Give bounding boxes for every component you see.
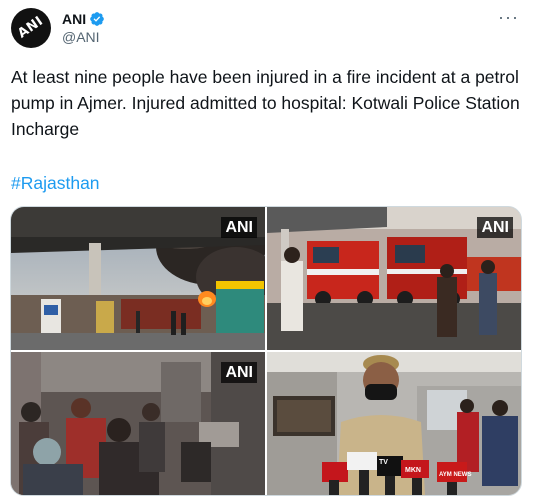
media-photo-fire-engines[interactable]: ANI — [267, 207, 521, 350]
more-options-icon[interactable]: ··· — [498, 8, 519, 26]
mic-label: TV — [379, 459, 388, 466]
media-photo-police-briefing[interactable]: TV MKN AYM NEWS — [267, 352, 521, 495]
hashtag-link[interactable]: #Rajasthan — [11, 173, 100, 194]
police-briefing-image: TV MKN AYM NEWS — [267, 352, 521, 495]
media-grid: ANI ANI ANI TV MKN AYM NEWS — [10, 206, 522, 496]
media-photo-hospital[interactable]: ANI — [11, 352, 265, 495]
name-row: ANI — [62, 10, 105, 28]
ani-watermark: ANI — [477, 217, 513, 238]
ani-watermark: ANI — [221, 362, 257, 383]
avatar-logo: ANI — [15, 13, 47, 42]
tweet-header: ANI ANI @ANI ··· — [0, 0, 537, 56]
tweet-text: At least nine people have been injured i… — [11, 67, 520, 139]
mic-label: MKN — [405, 467, 421, 474]
media-photo-fire[interactable]: ANI — [11, 207, 265, 350]
verified-badge-icon — [90, 12, 104, 26]
avatar[interactable]: ANI — [11, 8, 51, 48]
mic-label: AYM NEWS — [439, 472, 471, 478]
display-name[interactable]: ANI — [62, 11, 86, 27]
ani-watermark: ANI — [221, 217, 257, 238]
handle[interactable]: @ANI — [62, 29, 100, 45]
